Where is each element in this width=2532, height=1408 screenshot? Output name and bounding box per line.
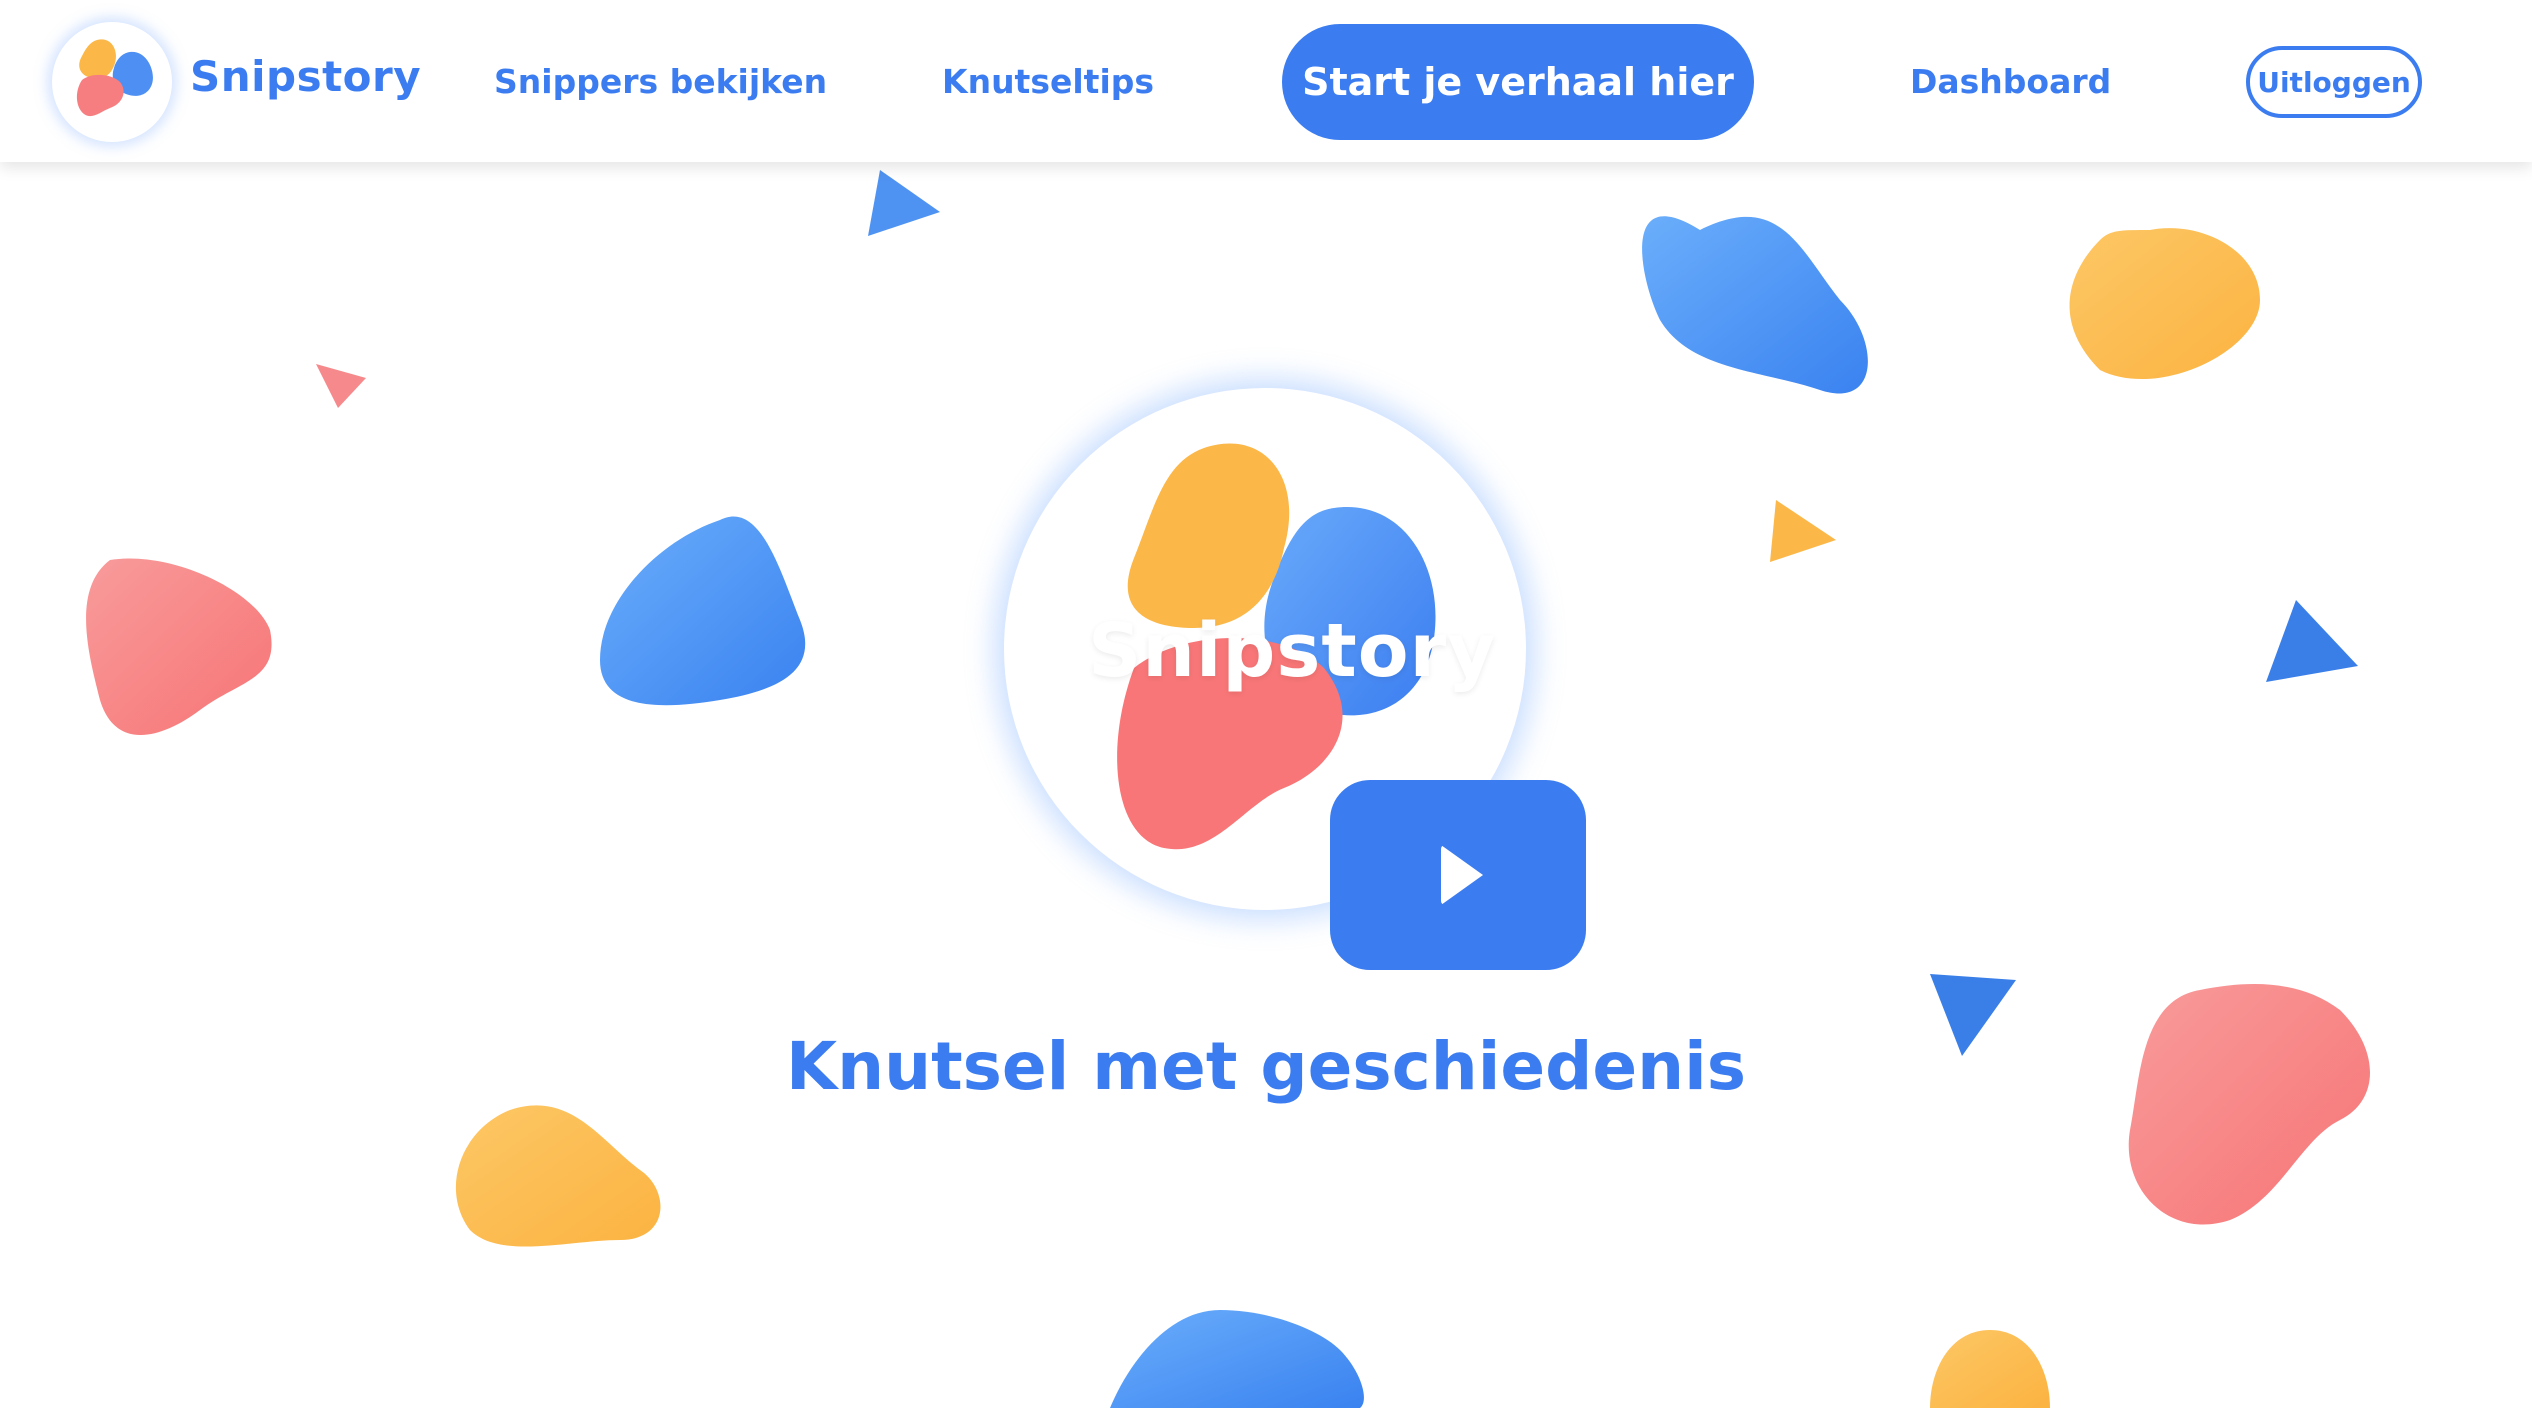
play-video-button[interactable] <box>1330 780 1586 970</box>
logout-button[interactable]: Uitloggen <box>2246 46 2422 118</box>
blue-blob <box>1642 216 1868 394</box>
orange-blob <box>2069 228 2260 380</box>
start-story-button[interactable]: Start je verhaal hier <box>1282 24 1754 140</box>
snipstory-logo[interactable] <box>52 22 172 142</box>
triangle-shape <box>868 170 940 236</box>
triangle-shape <box>316 364 366 408</box>
nav-knutseltips[interactable]: Knutseltips <box>942 62 1154 101</box>
hero-logo-word: Snipstory <box>1088 608 1497 694</box>
red-blob <box>86 558 272 735</box>
play-icon <box>1441 845 1483 905</box>
orange-blob <box>455 1105 661 1247</box>
page: Snipstory Snippers bekijken Knutseltips … <box>0 0 2532 1408</box>
triangle-shape <box>2266 600 2358 682</box>
logo-blobs-icon <box>76 39 153 117</box>
blue-blob <box>600 516 806 706</box>
triangle-shape <box>1770 500 1836 562</box>
brand-name[interactable]: Snipstory <box>190 52 421 101</box>
hero-tagline: Knutsel met geschiedenis <box>785 1028 1747 1105</box>
nav-dashboard[interactable]: Dashboard <box>1910 62 2111 101</box>
navbar: Snipstory Snippers bekijken Knutseltips … <box>0 0 2532 162</box>
orange-blob <box>1930 1330 2050 1408</box>
nav-snippers-bekijken[interactable]: Snippers bekijken <box>494 62 827 101</box>
blue-blob <box>1110 1310 1364 1408</box>
